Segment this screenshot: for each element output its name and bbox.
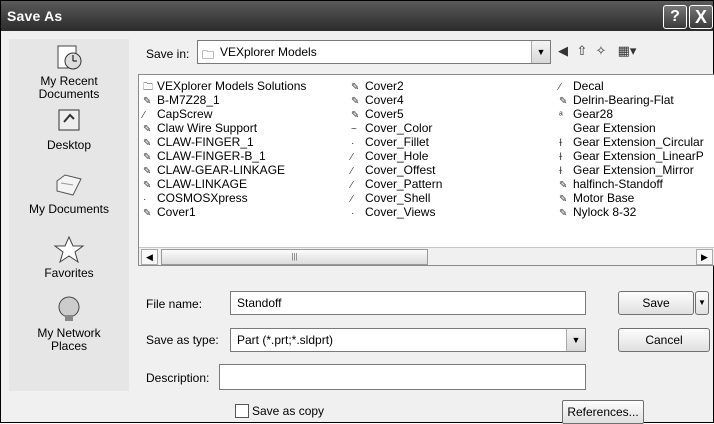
title-bar[interactable]: Save As ? X — [1, 1, 713, 31]
horizontal-scrollbar[interactable]: ◀ ||| ▶ — [139, 247, 714, 265]
dialog-title: Save As — [7, 8, 63, 24]
place-label-desktop: Desktop — [46, 138, 92, 152]
up-folder-icon[interactable]: ⇧ — [573, 42, 591, 60]
list-item[interactable]: ✎ Cover1 — [143, 205, 306, 219]
network-places-icon — [58, 296, 80, 321]
list-item[interactable]: ᵃ Gear28 — [559, 107, 704, 121]
list-item[interactable]: ⁄ Cover_Pattern — [351, 177, 442, 191]
list-item[interactable]: 🗀 VEXplorer Models Solutions — [143, 79, 306, 93]
place-desktop[interactable]: Desktop — [9, 107, 129, 152]
favorites-icon — [53, 235, 85, 263]
scroll-left-icon[interactable]: ◀ — [141, 249, 158, 265]
folder-icon: 🗀 — [202, 48, 215, 62]
file-column-2: ✎ Cover2 ✎ Cover4 ✎ Cover5 ~ Cover_Color · Co… — [351, 79, 442, 219]
list-item[interactable]: ✎ Claw Wire Support — [143, 121, 306, 135]
list-item[interactable]: ⁄ Cover_Hole — [351, 149, 442, 163]
save-as-copy-label: Save as copy — [252, 404, 325, 418]
save-in-value: VEXplorer Models — [220, 45, 317, 59]
save-in-label: Save in: — [146, 47, 190, 61]
list-item[interactable]: ✎ CLAW-FINGER-B_1 — [143, 149, 306, 163]
description-label: Description: — [146, 371, 210, 385]
place-favorites[interactable]: Favorites — [9, 235, 129, 280]
list-item[interactable]: ✎ CLAW-GEAR-LINKAGE — [143, 163, 306, 177]
list-item[interactable]: ɫ Gear Extension_LinearP — [559, 149, 704, 163]
references-button[interactable]: References... — [562, 400, 644, 424]
place-label-network: My Network Places — [37, 326, 101, 353]
recent-documents-icon — [57, 45, 82, 70]
list-item[interactable]: ✎ Nylock 8-32 — [559, 205, 704, 219]
scrollbar-thumb[interactable]: ||| — [161, 249, 428, 265]
place-label-recent: My Recent Documents — [38, 74, 100, 101]
my-documents-icon — [56, 174, 82, 196]
save-options-dropdown[interactable]: ▼ — [695, 291, 709, 315]
file-list[interactable]: 🗀 VEXplorer Models Solutions ✎ B-M7Z28_1 ⁄… — [138, 74, 714, 266]
save-as-type-label: Save as type: — [146, 333, 219, 347]
list-item[interactable]: ✎ Cover4 — [351, 93, 442, 107]
desktop-icon — [58, 109, 80, 131]
place-network[interactable]: My Network Places — [9, 295, 129, 353]
places-bar: My Recent Documents Desktop My Documents… — [9, 39, 129, 391]
file-name-value: Standoff — [237, 296, 282, 310]
save-as-type-value: Part (*.prt;*.sldprt) — [237, 333, 334, 347]
list-item[interactable]: ✎ CLAW-LINKAGE — [143, 177, 306, 191]
help-button[interactable]: ? — [663, 5, 687, 29]
place-my-documents[interactable]: My Documents — [9, 171, 129, 216]
list-item[interactable]: ~ Cover_Color — [351, 121, 442, 135]
close-button[interactable]: X — [689, 5, 713, 29]
list-item[interactable]: ✎ B-M7Z28_1 — [143, 93, 306, 107]
list-item[interactable]: · COSMOSXpress — [143, 191, 306, 205]
description-input[interactable] — [219, 364, 586, 390]
cancel-button[interactable]: Cancel — [618, 328, 710, 352]
back-icon[interactable]: ◀ — [554, 42, 572, 60]
list-item[interactable]: ✎ Cover2 — [351, 79, 442, 93]
file-column-1: 🗀 VEXplorer Models Solutions ✎ B-M7Z28_1 ⁄… — [143, 79, 306, 219]
list-item[interactable]: · Cover_Views — [351, 205, 442, 219]
list-item[interactable]: ⁄ Cover_Offest — [351, 163, 442, 177]
list-item[interactable]: ✎ CLAW-FINGER_1 — [143, 135, 306, 149]
list-item[interactable]: · Cover_Fillet — [351, 135, 442, 149]
save-button[interactable]: Save — [618, 291, 694, 315]
place-recent-documents[interactable]: My Recent Documents — [9, 43, 129, 101]
list-item[interactable]: ✎ Delrin-Bearing-Flat — [559, 93, 704, 107]
save-as-dialog: Save As ? X My Recent Documents Desktop — [0, 0, 714, 424]
list-item[interactable]: ✎ halfinch-Standoff — [559, 177, 704, 191]
list-item[interactable]: ɫ Gear Extension_Circular — [559, 135, 704, 149]
list-item[interactable]: Gear Extension — [559, 121, 704, 135]
save-as-type-select[interactable]: Part (*.prt;*.sldprt) ▼ — [230, 328, 586, 352]
file-name-label: File name: — [146, 297, 203, 311]
list-item[interactable]: ⁄ Decal — [559, 79, 704, 93]
list-item[interactable]: ⁄ Cover_Shell — [351, 191, 442, 205]
save-in-select[interactable]: 🗀 VEXplorer Models ▼ — [197, 40, 551, 64]
new-folder-icon[interactable]: ✧ — [592, 42, 610, 60]
list-item[interactable]: ✎ Cover5 — [351, 107, 442, 121]
chevron-down-icon[interactable]: ▼ — [566, 329, 585, 351]
scroll-right-icon[interactable]: ▶ — [696, 249, 713, 265]
view-menu-icon[interactable]: ▦▾ — [614, 42, 640, 60]
list-item[interactable]: ɫ Gear Extension_Mirror — [559, 163, 704, 177]
save-as-copy-checkbox[interactable] — [235, 404, 249, 418]
place-label-documents: My Documents — [28, 202, 110, 216]
file-column-3: ⁄ Decal ✎ Delrin-Bearing-Flat ᵃ Gear28 Gear… — [559, 79, 704, 219]
file-name-input[interactable]: Standoff — [230, 291, 586, 315]
list-item[interactable]: ⁄ CapScrew — [143, 107, 306, 121]
place-label-favorites: Favorites — [44, 266, 94, 280]
list-item[interactable]: ✎ Motor Base — [559, 191, 704, 205]
chevron-down-icon[interactable]: ▼ — [531, 41, 550, 63]
